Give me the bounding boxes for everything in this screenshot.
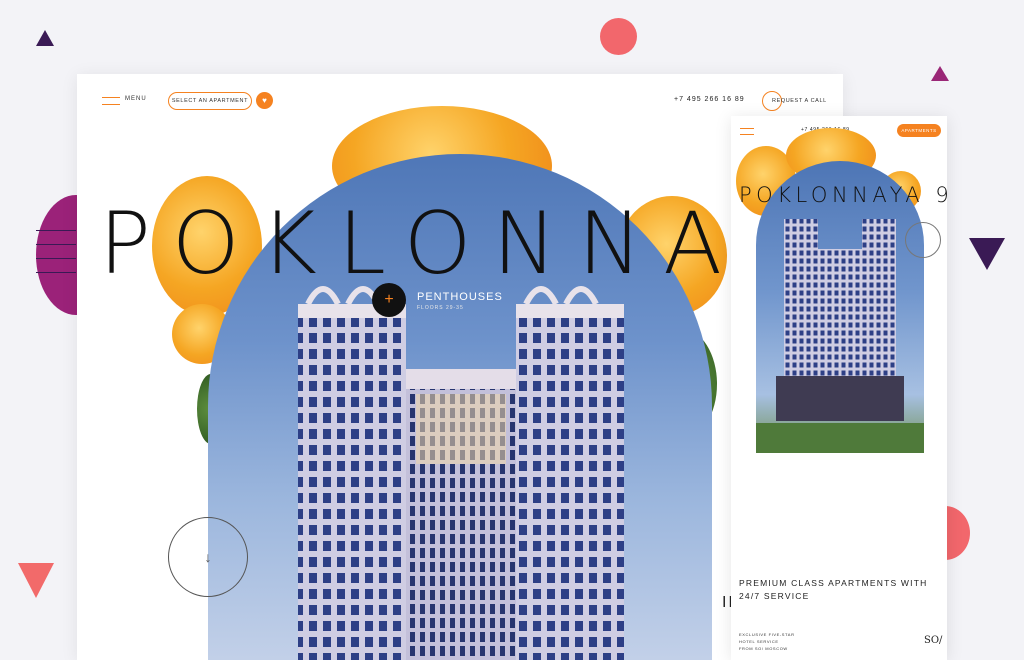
penthouses-floors: FLOORS 29-35	[417, 305, 464, 311]
select-apartment-button[interactable]: SELECT AN APARTMENT	[168, 92, 252, 110]
apartments-button[interactable]: APARTMENTS	[897, 124, 941, 137]
coral-circle-decoration	[600, 18, 637, 55]
heart-icon[interactable]: ♥	[256, 92, 273, 109]
circle-button[interactable]	[905, 222, 941, 258]
tagline: PREMIUM CLASS APARTMENTS WITH 24/7 SERVI…	[739, 578, 928, 601]
coral-triangle-decoration	[18, 563, 54, 598]
detail-line: FROM SO/ MOSCOW	[739, 646, 788, 651]
service-details: EXCLUSIVE FIVE-STAR HOTEL SERVICE FROM S…	[739, 631, 839, 652]
magenta-triangle-decoration	[931, 66, 949, 81]
stripe-decoration	[36, 272, 76, 273]
phone-number[interactable]: +7 495 266 16 89	[674, 96, 745, 103]
menu-label[interactable]: MENU	[125, 96, 147, 102]
stripe-decoration	[36, 230, 76, 231]
menu-icon[interactable]	[740, 128, 754, 135]
request-call-label[interactable]: REQUEST A CALL	[772, 98, 827, 104]
menu-icon[interactable]	[102, 97, 120, 105]
purple-triangle-decoration	[36, 30, 54, 46]
stripe-decoration	[36, 244, 76, 245]
so-logo: SO/	[924, 635, 943, 646]
purple-triangle-decoration	[969, 238, 1005, 270]
penthouses-title[interactable]: PENTHOUSES	[417, 291, 503, 303]
hero-title: POKLONNAYA 9	[739, 183, 947, 207]
detail-line: HOTEL SERVICE	[739, 639, 779, 644]
stripe-decoration	[36, 258, 76, 259]
mobile-mockup: +7 495 266 16 89 APARTMENTS POKLONNAYA 9…	[731, 116, 947, 660]
scroll-down-icon[interactable]: ↓	[168, 517, 248, 597]
plus-icon[interactable]: +	[372, 283, 406, 317]
desktop-mockup: MENU SELECT AN APARTMENT ♥ +7 495 266 16…	[77, 74, 843, 660]
detail-line: EXCLUSIVE FIVE-STAR	[739, 632, 795, 637]
